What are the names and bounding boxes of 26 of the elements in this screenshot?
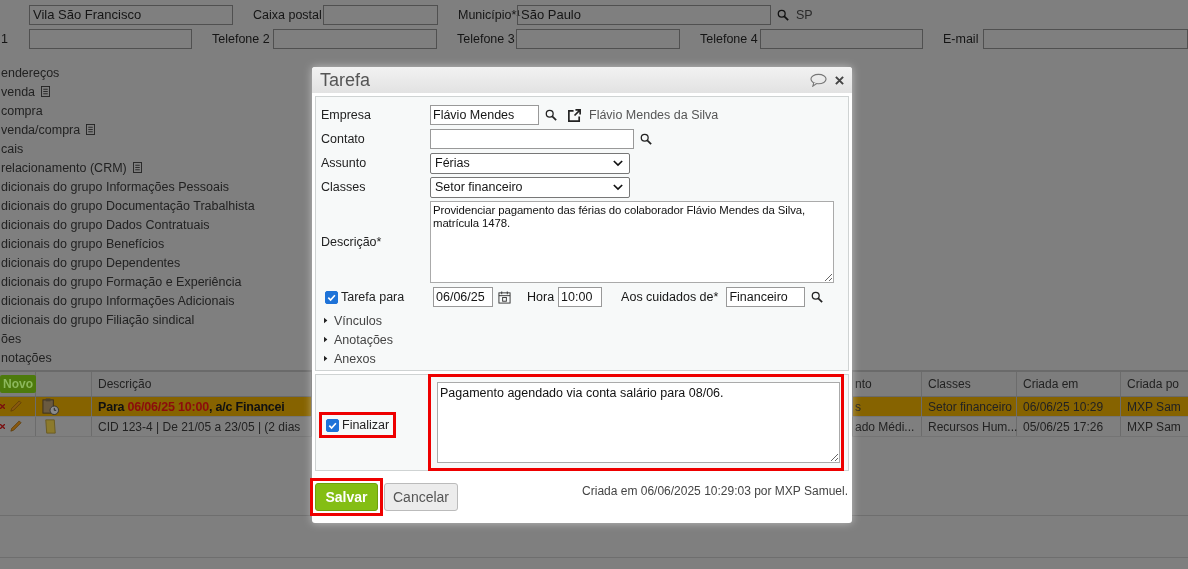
- field-label: Telefone 3: [456, 32, 516, 46]
- table-cell: Recursos Hum...: [928, 419, 1018, 434]
- field-label: Caixa postal: [252, 8, 323, 22]
- field-label: Aos cuidados de*: [621, 290, 719, 304]
- table-cell: 05/06/25 17:26: [1023, 419, 1104, 434]
- field-label: Classes: [321, 180, 367, 194]
- table-cell: MXP Sam: [1127, 399, 1181, 414]
- table-cell: MXP Sam: [1127, 419, 1181, 434]
- field-label: Contato: [321, 132, 366, 146]
- created-info: Criada em 06/06/2025 10:29:03 por MXP Samuel.: [582, 484, 848, 498]
- task-description: Para 06/06/25 10:00, a/c Financei: [98, 399, 285, 414]
- field-label: Hora: [527, 290, 555, 304]
- field-label: 1: [0, 32, 9, 46]
- field-label: Telefone 4: [699, 32, 759, 46]
- table-cell: Setor financeiro: [928, 399, 1013, 414]
- table-cell: 06/06/25 10:29: [1023, 399, 1104, 414]
- field-label: Telefone 2: [211, 32, 271, 46]
- task-description: CID 123-4 | De 21/05 a 23/05 | (2 dias: [98, 419, 301, 434]
- table-cell: s: [855, 399, 861, 414]
- field-label: E-mail: [942, 32, 980, 46]
- field-label: Assunto: [321, 156, 368, 170]
- field-label: Descrição*: [321, 235, 383, 249]
- table-cell: ado Médi...: [855, 419, 915, 434]
- field-label: Empresa: [321, 108, 373, 122]
- dialog-title: Tarefa: [320, 69, 372, 91]
- state-label: SP: [796, 8, 813, 22]
